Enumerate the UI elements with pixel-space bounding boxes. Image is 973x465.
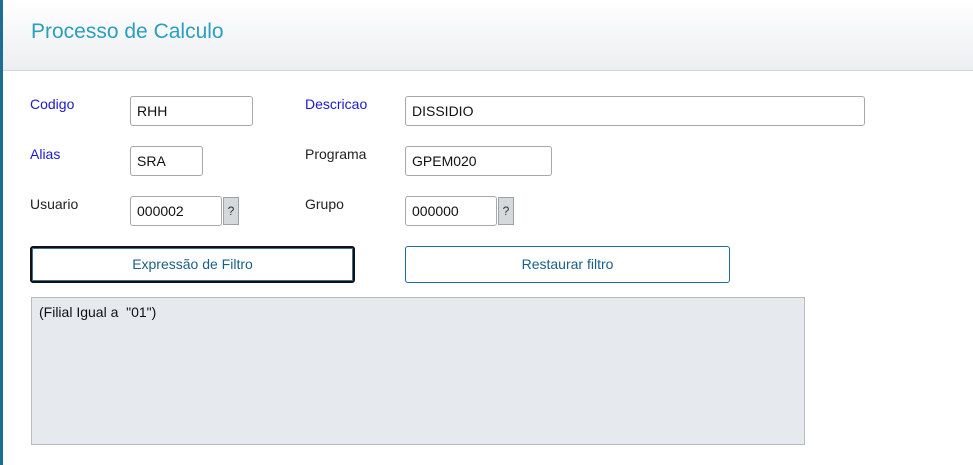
grupo-lookup-button[interactable]: ? — [498, 197, 514, 225]
filter-expression-button[interactable]: Expressão de Filtro — [30, 246, 355, 283]
usuario-lookup-button[interactable]: ? — [223, 197, 239, 225]
programa-label: Programa — [305, 146, 367, 162]
descricao-label: Descricao — [305, 96, 368, 112]
page-title: Processo de Calculo — [31, 20, 224, 43]
restore-filter-button[interactable]: Restaurar filtro — [405, 246, 730, 283]
process-window: Processo de Calculo Codigo RHH Descricao… — [0, 0, 973, 465]
descricao-field[interactable]: DISSIDIO — [405, 96, 865, 126]
programa-field[interactable]: GPEM020 — [405, 146, 552, 176]
alias-label: Alias — [30, 146, 61, 162]
grupo-label: Grupo — [305, 196, 344, 212]
filter-expression-area[interactable]: (Filial Igual a "01") — [31, 297, 805, 445]
alias-field[interactable]: SRA — [130, 146, 203, 176]
codigo-field[interactable]: RHH — [130, 96, 253, 126]
codigo-label: Codigo — [30, 96, 75, 112]
usuario-label: Usuario — [30, 196, 79, 212]
grupo-field[interactable]: 000000 — [405, 196, 497, 226]
page-header: Processo de Calculo — [3, 0, 973, 71]
usuario-field[interactable]: 000002 — [130, 196, 222, 226]
